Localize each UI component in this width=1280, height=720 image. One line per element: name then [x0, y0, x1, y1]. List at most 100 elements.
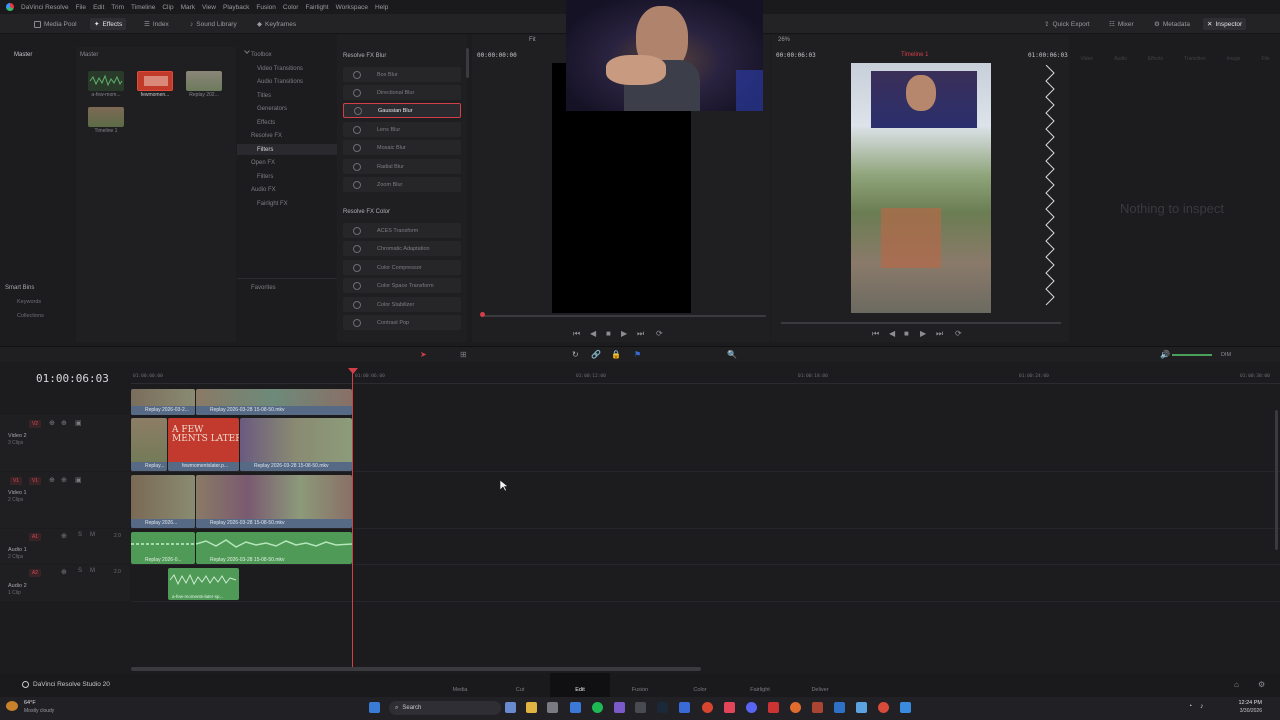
fx-item[interactable]: Color Space Transform — [343, 278, 461, 293]
chrome-icon[interactable] — [702, 702, 713, 713]
lock-icon[interactable]: ⊕ — [49, 419, 55, 427]
page-tab-color[interactable]: Color — [680, 673, 720, 697]
lock-icon[interactable]: ⊕ — [49, 476, 55, 484]
menu-timeline[interactable]: Timeline — [131, 4, 155, 11]
menu-workspace[interactable]: Workspace — [336, 4, 368, 11]
tree-filters[interactable]: Filters — [257, 147, 273, 153]
inspector-tab-effects[interactable]: Effects — [1148, 56, 1163, 62]
auto-select-icon[interactable]: ⊕ — [61, 532, 67, 540]
app-icon[interactable] — [856, 702, 867, 713]
audio-clip[interactable]: a-few-moments-later-sp... — [168, 568, 239, 600]
track-header-a1[interactable]: A1 ⊕ S M 2.0 Audio 1 2 Clips — [0, 529, 130, 564]
wifi-icon[interactable]: ◔ — [1188, 703, 1192, 710]
tree-open-fx-filters[interactable]: Filters — [257, 174, 273, 180]
auto-select-icon[interactable]: ⊕ — [61, 419, 67, 427]
quick-export-button[interactable]: ⇪ Quick Export — [1040, 18, 1094, 30]
fx-list-scrollbar[interactable] — [466, 48, 469, 78]
app-icon[interactable] — [614, 702, 625, 713]
trim-tool-icon[interactable]: ⊞ — [460, 350, 467, 359]
task-view-icon[interactable] — [505, 702, 516, 713]
lock-icon[interactable]: 🔒 — [611, 350, 621, 359]
play-icon[interactable]: ▶ — [920, 329, 926, 338]
play-icon[interactable]: ▶ — [621, 329, 627, 338]
discord-icon[interactable] — [746, 702, 757, 713]
index-button[interactable]: ☰ Index — [140, 18, 173, 30]
fx-item[interactable]: Zoom Blur — [343, 177, 461, 192]
skip-forward-icon[interactable]: ⏭ — [637, 329, 644, 339]
app-icon[interactable] — [724, 702, 735, 713]
timeline-name[interactable]: Timeline 1 — [901, 52, 928, 58]
inspector-button[interactable]: ✕ Inspector — [1203, 18, 1247, 30]
monitor-icon[interactable]: ▣ — [75, 476, 82, 484]
app-icon[interactable] — [812, 702, 823, 713]
speaker-icon[interactable]: 🔊 — [1160, 350, 1170, 359]
timeline-clip[interactable]: Replay 2026-03-2... — [131, 389, 195, 415]
timeline-clip-title[interactable]: A FEW MENTS LATER fewmomentslater.p... — [168, 418, 239, 471]
dim-button[interactable]: DIM — [1221, 352, 1231, 358]
track-header-a2[interactable]: A2 ⊕ S M 2.0 Audio 2 1 Clip — [0, 565, 130, 601]
inspector-tab-video[interactable]: Video — [1080, 56, 1093, 62]
menu-mark[interactable]: Mark — [181, 4, 195, 11]
page-tab-deliver[interactable]: Deliver — [800, 673, 840, 697]
settings-gear-icon[interactable]: ⚙ — [1258, 680, 1265, 689]
menu-file[interactable]: File — [76, 4, 86, 11]
page-tab-fusion[interactable]: Fusion — [620, 673, 660, 697]
clip-thumbnail[interactable] — [186, 71, 222, 91]
metadata-button[interactable]: ⚙ Metadata — [1150, 18, 1194, 30]
inspector-tab-audio[interactable]: Audio — [1114, 56, 1127, 62]
timeline-ruler[interactable]: 01:00:00:00 01:00:06:00 01:00:12:00 01:0… — [131, 368, 1280, 384]
effects-button[interactable]: ✦ Effects — [90, 18, 127, 30]
menu-fairlight[interactable]: Fairlight — [305, 4, 328, 11]
snapping-icon[interactable]: ↻ — [572, 350, 579, 359]
timeline-scrollbar[interactable] — [131, 667, 701, 671]
tree-generators[interactable]: Generators — [257, 106, 287, 112]
tree-resolve-fx[interactable]: Resolve FX — [251, 133, 282, 139]
fx-item[interactable]: Radial Blur — [343, 159, 461, 174]
auto-select-icon[interactable]: ⊕ — [61, 568, 67, 576]
fx-item[interactable]: Mosaic Blur — [343, 140, 461, 155]
steam-icon[interactable] — [657, 702, 668, 713]
sound-library-button[interactable]: ♪ Sound Library — [186, 18, 241, 30]
monitor-icon[interactable]: ▣ — [75, 419, 82, 427]
taskbar-search-box[interactable]: ⌕ Search — [389, 701, 501, 715]
spotify-icon[interactable] — [592, 702, 603, 713]
skip-forward-icon[interactable]: ⏭ — [936, 329, 943, 339]
tree-audio-fx[interactable]: Audio FX — [251, 187, 276, 193]
playhead-marker-icon[interactable] — [348, 368, 358, 374]
home-icon[interactable]: ⌂ — [1234, 680, 1239, 689]
stop-icon[interactable]: ■ — [904, 329, 909, 338]
solo-button[interactable]: S — [78, 532, 82, 538]
menu-view[interactable]: View — [202, 4, 216, 11]
mute-button[interactable]: M — [90, 568, 95, 574]
inspector-tab-transition[interactable]: Transition — [1184, 56, 1206, 62]
clip-thumbnail[interactable] — [137, 71, 173, 91]
fit-zoom-dropdown[interactable]: Fit — [529, 37, 536, 43]
fx-item[interactable]: ACES Transform — [343, 223, 461, 238]
menu-fusion[interactable]: Fusion — [256, 4, 276, 11]
tree-audio-transitions[interactable]: Audio Transitions — [257, 79, 303, 85]
program-scrubber[interactable] — [781, 322, 1061, 324]
timeline-vertical-scrollbar[interactable] — [1275, 410, 1278, 550]
stop-icon[interactable]: ■ — [606, 329, 611, 338]
zoom-icon[interactable]: 🔍 — [727, 350, 737, 359]
windows-start-icon[interactable] — [369, 702, 380, 713]
track-header-v2[interactable]: V2 ⊕ ⊕ ▣ Video 2 3 Clips — [0, 415, 130, 471]
track-header-v1[interactable]: V1 V1 ⊕ ⊕ ▣ Video 1 2 Clips — [0, 472, 130, 528]
file-explorer-icon[interactable] — [526, 702, 537, 713]
tree-fairlight-fx[interactable]: Fairlight FX — [257, 201, 288, 207]
loop-icon[interactable]: ⟳ — [955, 329, 962, 338]
bin-master[interactable]: Master — [14, 52, 32, 58]
timeline-clip[interactable]: Replay 2026-03-28 15-08-50.mkv — [196, 475, 352, 528]
skip-back-icon[interactable]: ⏮ — [573, 329, 580, 339]
smart-bin-collections[interactable]: Collections — [17, 313, 44, 319]
menu-edit[interactable]: Edit — [93, 4, 104, 11]
inspector-tab-file[interactable]: File — [1261, 56, 1269, 62]
fx-item[interactable]: Directional Blur — [343, 85, 461, 100]
mixer-button[interactable]: ☷ Mixer — [1105, 18, 1138, 30]
fx-item[interactable]: Box Blur — [343, 67, 461, 82]
loop-icon[interactable]: ⟳ — [656, 329, 663, 338]
play-reverse-icon[interactable]: ◀ — [889, 329, 895, 338]
fx-item[interactable]: Lens Blur — [343, 122, 461, 137]
timeline-clip[interactable]: Replay... — [131, 418, 167, 471]
link-icon[interactable]: 🔗 — [591, 350, 601, 359]
